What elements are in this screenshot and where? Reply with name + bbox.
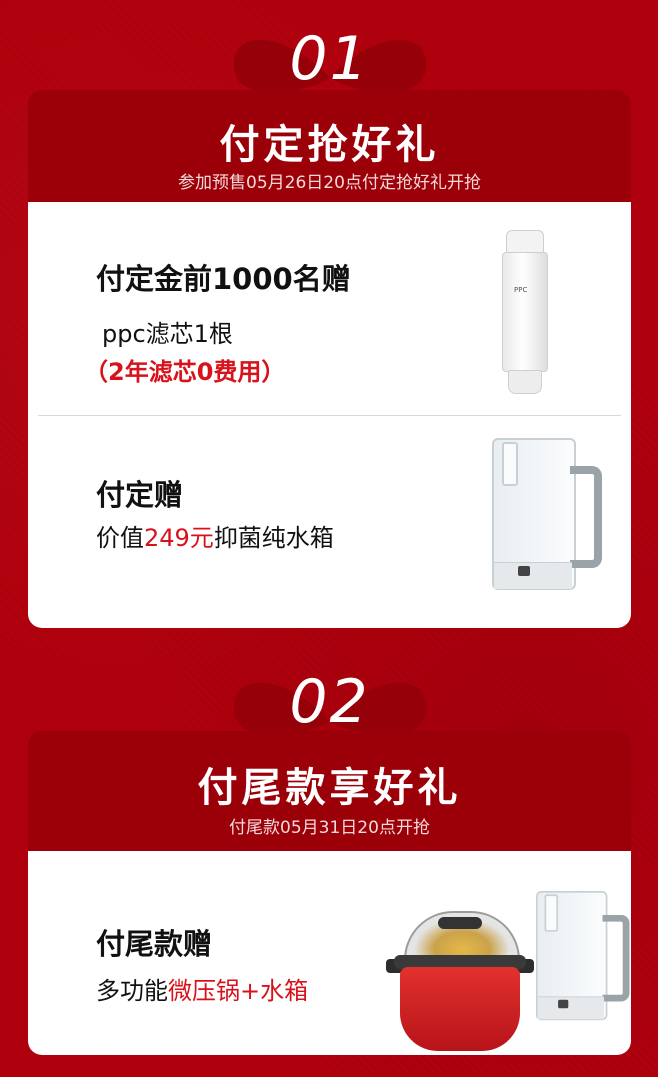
section-pay-balance: 02 付尾款享好礼 付尾款05月31日20点开抢 付尾款赠 多功能微压锅+水箱 <box>28 645 631 1057</box>
gift-description: ppc滤芯1根 <box>102 320 233 348</box>
section-title: 付尾款享好礼 <box>197 765 462 811</box>
filter-label: PPC <box>514 286 528 294</box>
gift-heading: 付尾款赠 <box>96 927 213 961</box>
filter-cartridge-image: PPC <box>502 230 548 395</box>
gift-card: 付定金前1000名赠 ppc滤芯1根 （2年滤芯0费用） PPC 付定赠 价值2… <box>28 202 631 628</box>
description-prefix: 多功能 <box>96 977 168 1005</box>
section-subtitle: 参加预售05月26日20点付定抢好礼开抢 <box>178 173 481 193</box>
section-subtitle: 付尾款05月31日20点开抢 <box>229 818 430 838</box>
section-number: 01 <box>289 24 370 94</box>
section-header: 付定抢好礼 参加预售05月26日20点付定抢好礼开抢 <box>28 90 631 202</box>
description-suffix: 抑菌纯水箱 <box>213 524 334 552</box>
gift-note: （2年滤芯0费用） <box>84 358 286 386</box>
description-prefix: 价值 <box>96 524 144 552</box>
gift-card: 付尾款赠 多功能微压锅+水箱 <box>28 851 631 1055</box>
gift-heading: 付定赠 <box>96 478 184 512</box>
product-highlight: 微压锅+水箱 <box>168 977 309 1005</box>
section-title: 付定抢好礼 <box>219 122 440 168</box>
gift-description: 多功能微压锅+水箱 <box>96 971 308 1006</box>
gift-heading: 付定金前1000名赠 <box>96 262 351 296</box>
price-highlight: 249元 <box>144 524 214 552</box>
section-header: 付尾款享好礼 付尾款05月31日20点开抢 <box>28 731 631 851</box>
section-pay-deposit: 01 付定抢好礼 参加预售05月26日20点付定抢好礼开抢 付定金前1000名赠… <box>28 0 631 630</box>
divider <box>38 415 621 416</box>
section-number: 02 <box>289 667 370 737</box>
gift-description: 价值249元抑菌纯水箱 <box>96 518 334 553</box>
